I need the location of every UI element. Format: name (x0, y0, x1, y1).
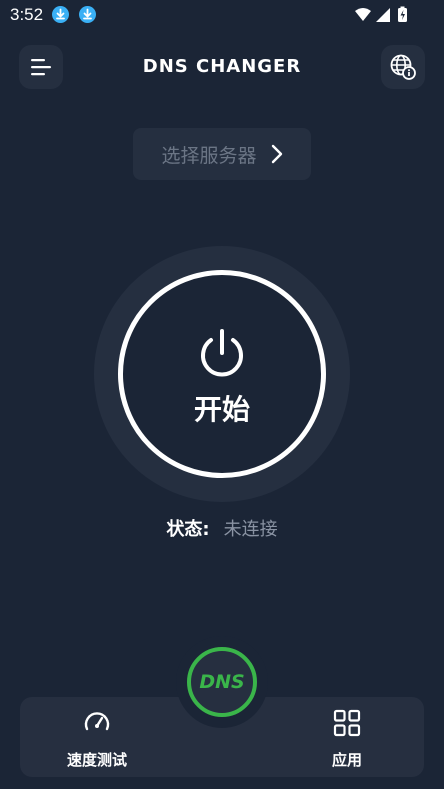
power-label: 开始 (193, 393, 250, 426)
app-screen: 3:52 DNS CHANGER 选择服务器 开始 状态: 未连接 速度测试 应… (0, 0, 444, 789)
menu-icon (31, 59, 51, 76)
nav-label-speed-test: 速度测试 (66, 751, 127, 769)
status-bar: 3:52 (0, 0, 444, 30)
battery-icon (398, 6, 407, 22)
power-icon (201, 329, 243, 377)
dns-fab-button[interactable]: DNS (187, 647, 257, 717)
status-time: 3:52 (10, 5, 44, 24)
wifi-icon (355, 8, 371, 21)
signal-icon (376, 8, 390, 22)
download-icon (52, 6, 69, 23)
nav-item-speed-test[interactable]: 速度测试 (32, 697, 162, 777)
dns-fab-label: DNS (199, 671, 245, 693)
nav-label-apps: 应用 (331, 751, 362, 769)
menu-button[interactable] (19, 45, 63, 89)
globe-info-button[interactable] (381, 45, 425, 89)
select-server-button[interactable]: 选择服务器 (133, 128, 311, 180)
system-status-icons (355, 6, 407, 22)
select-server-label: 选择服务器 (161, 144, 257, 167)
grid-icon (333, 709, 361, 737)
speedometer-icon (84, 712, 110, 731)
status-key: 状态: (166, 519, 210, 540)
chevron-right-icon (271, 144, 282, 164)
globe-info-icon (390, 54, 416, 80)
status-value: 未连接 (223, 519, 278, 540)
nav-item-apps[interactable]: 应用 (282, 697, 412, 777)
download-icon (79, 6, 96, 23)
connection-status: 状态: 未连接 (100, 515, 344, 541)
app-title: DNS CHANGER (142, 56, 302, 77)
